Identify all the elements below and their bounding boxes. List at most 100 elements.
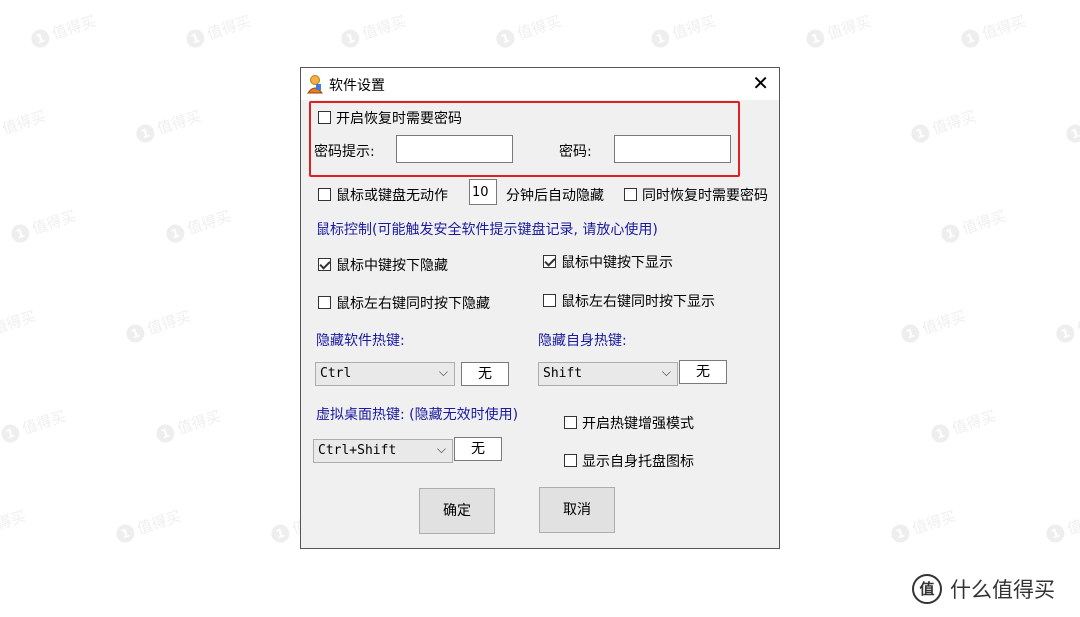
watermark-text: 值得买: [959, 207, 1009, 239]
mouse-control-heading: 鼠标控制(可能触发安全软件提示键盘记录, 请放心使用): [316, 222, 658, 238]
watermark-badge-icon: 1: [8, 221, 32, 245]
watermark: 1值得买: [1053, 305, 1080, 346]
watermark-text: 值得买: [19, 407, 69, 439]
watermark: 1值得买: [888, 505, 958, 546]
idle-hide-label: 鼠标或键盘无动作: [336, 188, 448, 204]
dialog-title: 软件设置: [329, 78, 385, 94]
self-hotkey-key-input[interactable]: 无: [679, 360, 727, 384]
watermark-text: 值得买: [154, 107, 204, 139]
idle-password-checkbox[interactable]: [624, 188, 637, 201]
watermark-text: 值得买: [919, 307, 969, 339]
watermark: 1值得买: [338, 10, 408, 51]
watermark: 1值得买: [0, 505, 29, 546]
watermark-text: 值得买: [669, 12, 719, 44]
settings-dialog: 软件设置 ✕ 开启恢复时需要密码 密码提示: 密码: 鼠标或键盘无动作 分钟后自…: [300, 67, 780, 549]
password-hint-input[interactable]: [396, 135, 513, 163]
watermark-text: 值得买: [144, 307, 194, 339]
watermark-text: 值得买: [514, 12, 564, 44]
watermark-badge-icon: 1: [338, 26, 362, 50]
cancel-button[interactable]: 取消: [539, 487, 615, 533]
watermark-badge-icon: 1: [0, 421, 22, 445]
lr-hide-checkbox[interactable]: [318, 296, 331, 309]
watermark: 1值得买: [123, 305, 193, 346]
watermark-badge-icon: 1: [1053, 321, 1077, 345]
watermark-text: 值得买: [134, 507, 184, 539]
hide-hotkey-modifier-select[interactable]: Ctrl ⌵: [315, 362, 455, 386]
watermark-text: 值得买: [824, 12, 874, 44]
lr-show-checkbox[interactable]: [543, 294, 556, 307]
watermark: 1值得买: [938, 205, 1008, 246]
password-label: 密码:: [559, 144, 592, 160]
watermark-text: 值得买: [1064, 507, 1080, 539]
hide-hotkey-modifier-value: Ctrl: [320, 366, 352, 381]
watermark-badge-icon: 1: [1043, 521, 1067, 545]
watermark-badge-icon: 1: [803, 26, 827, 50]
watermark: 1值得买: [493, 10, 563, 51]
watermark-badge-icon: 1: [958, 26, 982, 50]
password-input[interactable]: [614, 135, 731, 163]
middle-hide-label: 鼠标中键按下隐藏: [336, 258, 448, 274]
watermark: 1值得买: [8, 205, 78, 246]
idle-minutes-label: 分钟后自动隐藏: [506, 188, 604, 204]
idle-hide-checkbox[interactable]: [318, 188, 331, 201]
desktop-hotkey-modifier-value: Ctrl+Shift: [318, 443, 397, 458]
tray-icon-checkbox[interactable]: [564, 454, 577, 467]
idle-password-label: 同时恢复时需要密码: [642, 188, 768, 204]
watermark-text: 值得买: [29, 207, 79, 239]
lr-hide-label: 鼠标左右键同时按下隐藏: [336, 296, 490, 312]
watermark-text: 值得买: [949, 407, 999, 439]
watermark-badge-icon: 1: [268, 521, 292, 545]
watermark: 1值得买: [0, 105, 49, 146]
watermark-text: 值得买: [1074, 307, 1080, 339]
watermark-badge-icon: 1: [113, 521, 137, 545]
watermark-badge-icon: 1: [648, 26, 672, 50]
brand-watermark: 值 什么值得买: [912, 574, 1055, 604]
brand-text: 什么值得买: [950, 578, 1055, 602]
tray-icon-label: 显示自身托盘图标: [582, 454, 694, 470]
watermark-badge-icon: 1: [1063, 121, 1080, 145]
watermark: 1值得买: [28, 10, 98, 51]
watermark-badge-icon: 1: [938, 221, 962, 245]
watermark: 1值得买: [908, 105, 978, 146]
watermark-text: 值得买: [359, 12, 409, 44]
middle-show-label: 鼠标中键按下显示: [561, 255, 673, 271]
watermark-text: 值得买: [929, 107, 979, 139]
watermark: 1值得买: [1063, 105, 1080, 146]
watermark-text: 值得买: [0, 307, 39, 339]
lr-show-label: 鼠标左右键同时按下显示: [561, 294, 715, 310]
title-bar: 软件设置 ✕: [301, 68, 779, 100]
enhanced-mode-checkbox[interactable]: [564, 416, 577, 429]
watermark-badge-icon: 1: [888, 521, 912, 545]
watermark: 1值得买: [958, 10, 1028, 51]
watermark-badge-icon: 1: [123, 321, 147, 345]
watermark: 1值得买: [133, 105, 203, 146]
brand-logo-icon: 值: [912, 574, 942, 604]
desktop-hotkey-modifier-select[interactable]: Ctrl+Shift ⌵: [313, 439, 453, 463]
watermark-badge-icon: 1: [493, 26, 517, 50]
close-icon[interactable]: ✕: [752, 71, 769, 95]
hide-hotkey-key-input[interactable]: 无: [461, 362, 509, 386]
watermark: 1值得买: [928, 405, 998, 446]
enhanced-mode-label: 开启热键增强模式: [582, 416, 694, 432]
self-hotkey-heading: 隐藏自身热键:: [538, 333, 627, 349]
self-hotkey-modifier-select[interactable]: Shift ⌵: [538, 362, 678, 386]
watermark: 1值得买: [163, 205, 233, 246]
watermark-badge-icon: 1: [163, 221, 187, 245]
chevron-down-icon: ⌵: [438, 365, 448, 379]
password-hint-label: 密码提示:: [314, 144, 375, 160]
watermark-badge-icon: 1: [928, 421, 952, 445]
ok-button[interactable]: 确定: [419, 488, 495, 534]
watermark: 1值得买: [183, 10, 253, 51]
watermark: 1值得买: [1043, 505, 1080, 546]
watermark-text: 值得买: [909, 507, 959, 539]
middle-hide-checkbox[interactable]: [318, 258, 331, 271]
middle-show-checkbox[interactable]: [543, 255, 556, 268]
enable-password-checkbox[interactable]: [318, 111, 331, 124]
watermark-badge-icon: 1: [183, 26, 207, 50]
idle-minutes-input[interactable]: [469, 179, 497, 205]
self-hotkey-modifier-value: Shift: [543, 366, 583, 381]
desktop-hotkey-heading: 虚拟桌面热键: (隐藏无效时使用): [316, 407, 519, 423]
app-person-icon: [307, 75, 323, 94]
desktop-hotkey-key-input[interactable]: 无: [454, 437, 502, 461]
watermark: 1值得买: [0, 405, 69, 446]
